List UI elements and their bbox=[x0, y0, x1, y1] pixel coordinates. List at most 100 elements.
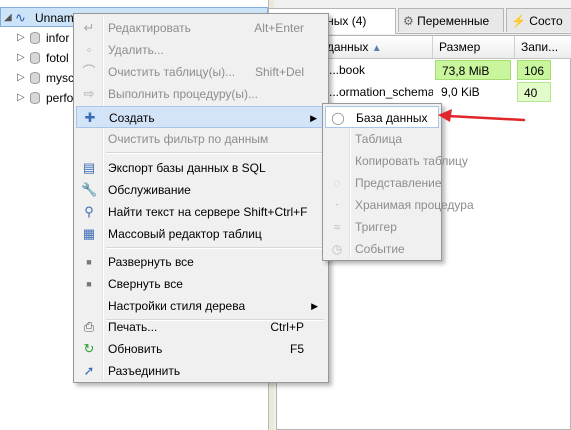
event-icon: ◷ bbox=[331, 242, 343, 256]
menu-item-label: Удалить... bbox=[108, 43, 164, 57]
menu-item-label: Обслуживание bbox=[108, 183, 191, 197]
menu-item-find-text[interactable]: ⚲ Найти текст на сервере Shift+Ctrl+F bbox=[76, 201, 326, 223]
disconnect-icon: ➚ bbox=[83, 363, 95, 378]
column-header-items[interactable]: Запи... bbox=[515, 36, 571, 58]
tab-status[interactable]: ⚡ Состо bbox=[506, 8, 571, 32]
database-icon bbox=[30, 32, 40, 44]
table-icon: ▦ bbox=[82, 226, 96, 241]
menu-item-clear-filter[interactable]: Очистить фильтр по данным bbox=[76, 128, 326, 150]
menu-item-label: Свернуть все bbox=[108, 277, 183, 291]
submenu-item-view[interactable]: ◌ Представление bbox=[325, 172, 442, 194]
cell-items: 106 bbox=[517, 60, 551, 80]
database-icon: ◯ bbox=[331, 111, 345, 125]
menu-item-clear-tables[interactable]: ⌒ Очистить таблицу(ы)... Shift+Del bbox=[76, 61, 326, 83]
submenu-item-label: Представление bbox=[355, 176, 442, 190]
submenu-arrow-icon: ▶ bbox=[311, 301, 318, 311]
menu-item-shortcut: Shift+Del bbox=[254, 65, 304, 79]
menu-item-tree-style[interactable]: Настройки стиля дерева ▶ bbox=[76, 295, 326, 317]
submenu-item-label: Событие bbox=[355, 242, 405, 256]
expand-arrow-icon[interactable]: ▷ bbox=[17, 88, 25, 108]
expand-arrow-icon[interactable]: ▷ bbox=[17, 48, 25, 68]
menu-item-label: Выполнить процедуру(ы)... bbox=[108, 87, 258, 101]
create-icon: ✚ bbox=[84, 110, 96, 125]
run-icon: ⇨ bbox=[83, 86, 95, 101]
menu-item-edit[interactable]: ↵ Редактировать Alt+Enter bbox=[76, 17, 326, 39]
tab-variables[interactable]: ⚙ Переменные bbox=[398, 8, 504, 32]
submenu-item-label: Копировать таблицу bbox=[355, 154, 468, 168]
submenu-item-label: Триггер bbox=[355, 220, 397, 234]
menu-item-shortcut: Shift+Ctrl+F bbox=[243, 205, 308, 219]
tab-variables-label: Переменные bbox=[417, 14, 490, 28]
menu-item-label: Редактировать bbox=[108, 21, 191, 35]
submenu-arrow-icon: ▶ bbox=[310, 113, 317, 123]
search-icon: ⚲ bbox=[84, 204, 94, 219]
procedure-icon: ‧ bbox=[335, 198, 339, 212]
refresh-icon: ↻ bbox=[83, 341, 95, 356]
submenu-item-label: База данных bbox=[356, 111, 428, 125]
tree-item-label: perfo bbox=[46, 91, 74, 105]
tree-item-label: infor bbox=[46, 31, 70, 45]
clear-icon: ⌒ bbox=[82, 64, 96, 79]
print-icon: ⎙ bbox=[83, 319, 95, 334]
menu-item-label: Создать bbox=[109, 111, 155, 125]
collapse-icon: ■ bbox=[86, 279, 92, 289]
view-icon: ◌ bbox=[333, 176, 341, 190]
dolphin-icon: ∿ bbox=[15, 10, 26, 25]
delete-icon: ◦ bbox=[86, 42, 92, 57]
database-icon bbox=[30, 52, 40, 64]
create-submenu: ◯ База данных Таблица Копировать таблицу… bbox=[322, 103, 474, 261]
collapse-arrow-icon[interactable]: ◢ bbox=[4, 8, 12, 28]
expand-arrow-icon[interactable]: ▷ bbox=[17, 28, 25, 48]
submenu-item-database[interactable]: ◯ База данных bbox=[325, 106, 439, 128]
database-icon bbox=[30, 92, 40, 104]
menu-item-label: Экспорт базы данных в SQL bbox=[108, 161, 266, 175]
menu-item-create[interactable]: ✚ Создать ▶ bbox=[76, 106, 326, 128]
menu-item-export-sql[interactable]: ▤ Экспорт базы данных в SQL bbox=[76, 157, 326, 179]
submenu-item-label: Таблица bbox=[355, 132, 403, 146]
column-header-size[interactable]: Размер bbox=[433, 36, 515, 58]
submenu-item-procedure[interactable]: ‧ Хранимая процедура bbox=[325, 194, 474, 216]
context-menu: ↵ Редактировать Alt+Enter ◦ Удалить... ⌒… bbox=[73, 13, 329, 383]
gear-icon: ⚙ bbox=[403, 14, 414, 28]
tree-item-label: fotol bbox=[46, 51, 69, 65]
menu-item-shortcut: Alt+Enter bbox=[254, 21, 304, 35]
cell-size: 73,8 MiB bbox=[435, 60, 511, 80]
tab-status-label: Состо bbox=[529, 14, 563, 28]
menu-item-label: Печать... bbox=[108, 320, 158, 334]
expand-icon: ■ bbox=[86, 257, 92, 267]
menu-item-print[interactable]: ⎙ Печать... Ctrl+P bbox=[76, 316, 326, 338]
menu-item-label: Найти текст на сервере Shift+Ctrl+F bbox=[108, 205, 308, 219]
submenu-item-trigger[interactable]: ≈ Триггер bbox=[325, 216, 439, 238]
menu-item-expand-all[interactable]: ■ Развернуть все bbox=[76, 251, 326, 273]
submenu-item-copy-table[interactable]: Копировать таблицу bbox=[325, 150, 468, 172]
menu-item-delete[interactable]: ◦ Удалить... bbox=[76, 39, 326, 61]
menu-item-shortcut: F5 bbox=[289, 342, 304, 356]
expand-arrow-icon[interactable]: ▷ bbox=[17, 68, 25, 88]
export-icon: ▤ bbox=[82, 160, 96, 175]
tree-item-label: mysc bbox=[46, 71, 74, 85]
menu-item-maintenance[interactable]: 🔧 Обслуживание bbox=[76, 179, 326, 201]
menu-item-label: Очистить фильтр по данным bbox=[108, 132, 269, 146]
menu-item-bulk-editor[interactable]: ▦ Массовый редактор таблиц bbox=[76, 223, 326, 245]
edit-icon: ↵ bbox=[83, 20, 95, 35]
menu-item-run-procedure[interactable]: ⇨ Выполнить процедуру(ы)... bbox=[76, 83, 326, 105]
menu-item-label: Очистить таблицу(ы)... bbox=[108, 65, 236, 79]
menu-item-label: Развернуть все bbox=[108, 255, 194, 269]
menu-item-label: Обновить bbox=[108, 342, 163, 356]
menu-item-disconnect[interactable]: ➚ Разъединить bbox=[76, 360, 326, 382]
submenu-item-event[interactable]: ◷ Событие bbox=[325, 238, 439, 260]
menu-item-refresh[interactable]: ↻ Обновить F5 bbox=[76, 338, 326, 360]
cell-items: 40 bbox=[517, 82, 551, 102]
cell-size: 9,0 KiB bbox=[441, 85, 480, 99]
menu-item-shortcut: Ctrl+P bbox=[270, 320, 304, 334]
trigger-icon: ≈ bbox=[333, 220, 341, 234]
menu-item-collapse-all[interactable]: ■ Свернуть все bbox=[76, 273, 326, 295]
database-icon bbox=[30, 72, 40, 84]
submenu-item-table[interactable]: Таблица bbox=[325, 128, 439, 150]
menu-item-label: Разъединить bbox=[108, 364, 181, 378]
sort-asc-icon: ▲ bbox=[371, 43, 382, 54]
wrench-icon: 🔧 bbox=[81, 182, 98, 197]
annotation-arrow bbox=[438, 109, 526, 122]
menu-item-label: Массовый редактор таблиц bbox=[108, 227, 262, 241]
lightning-icon: ⚡ bbox=[511, 14, 526, 28]
